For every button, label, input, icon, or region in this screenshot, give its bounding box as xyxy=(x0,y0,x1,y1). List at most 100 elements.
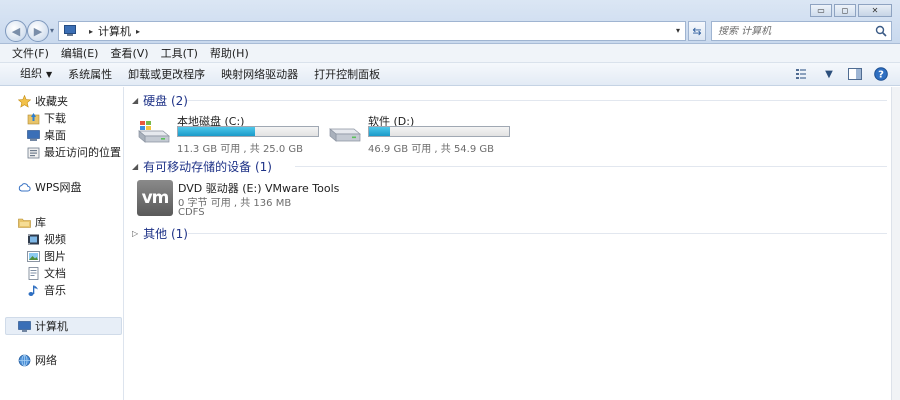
music-icon xyxy=(27,284,40,297)
group-divider xyxy=(188,233,887,234)
sidebar-item-computer[interactable]: 计算机 xyxy=(18,318,68,334)
sidebar-item-downloads[interactable]: 下载 xyxy=(27,110,66,126)
group-divider xyxy=(295,166,887,167)
group-other[interactable]: ▷ 其他 (1) xyxy=(132,225,188,241)
title-bar: ▭ ◻ ✕ ◀ ▶ ▾ ▸ 计算机 ▸ ▾ ⇆ xyxy=(0,0,900,44)
sidebar-item-label: 音乐 xyxy=(44,284,66,297)
map-network-drive-button[interactable]: 映射网络驱动器 xyxy=(213,63,306,86)
svg-text:?: ? xyxy=(878,70,884,81)
library-folder-icon xyxy=(18,216,31,229)
sidebar-item-videos[interactable]: 视频 xyxy=(27,231,66,247)
drive-usage-bar xyxy=(177,126,319,137)
uninstall-program-button[interactable]: 卸载或更改程序 xyxy=(120,63,213,86)
drive-c[interactable]: 本地磁盘 (C:) 11.3 GB 可用 , 共 25.0 GB xyxy=(137,113,327,155)
group-hard-disks[interactable]: ◢ 硬盘 (2) xyxy=(132,92,188,108)
windows-drive-icon xyxy=(138,121,170,143)
menu-help[interactable]: 帮助(H) xyxy=(204,44,255,63)
back-arrow-icon: ◀ xyxy=(11,24,21,38)
expand-triangle-icon[interactable]: ▷ xyxy=(132,229,138,238)
sidebar-item-music[interactable]: 音乐 xyxy=(27,282,66,298)
sidebar-item-label: 文档 xyxy=(44,267,66,280)
forward-button[interactable]: ▶ xyxy=(27,20,49,42)
recent-places-icon xyxy=(27,146,40,159)
minimize-button[interactable]: ▭ xyxy=(810,4,832,17)
downloads-folder-icon xyxy=(27,112,40,125)
organize-caret-icon: ▼ xyxy=(46,70,53,79)
drive-capacity: 46.9 GB 可用 , 共 54.9 GB xyxy=(368,144,495,155)
preview-pane-button[interactable] xyxy=(846,66,864,82)
menu-bar: 文件(F) 编辑(E) 查看(V) 工具(T) 帮助(H) xyxy=(0,44,900,63)
content-pane: ◢ 硬盘 (2) 本地磁盘 (C:) 11.3 GB 可用 , 共 25.0 G… xyxy=(125,87,891,400)
group-title: 其他 (1) xyxy=(143,226,188,241)
sidebar-item-label: 视频 xyxy=(44,233,66,246)
group-title: 硬盘 (2) xyxy=(143,93,188,108)
help-button[interactable]: ? xyxy=(872,66,890,82)
maximize-button[interactable]: ◻ xyxy=(834,4,856,17)
drive-usage-bar xyxy=(368,126,510,137)
view-options-dropdown[interactable]: ▼ xyxy=(820,66,838,82)
window-controls: ▭ ◻ ✕ xyxy=(810,4,892,17)
document-icon xyxy=(27,266,40,280)
sidebar-item-libraries[interactable]: 库 xyxy=(18,214,46,230)
sidebar-item-label: WPS网盘 xyxy=(35,181,82,194)
view-controls: ▼ ? xyxy=(794,66,890,82)
drive-usage-fill xyxy=(369,127,390,136)
search-box[interactable] xyxy=(711,21,892,41)
menu-edit[interactable]: 编辑(E) xyxy=(55,44,105,63)
computer-icon xyxy=(63,25,79,37)
collapse-triangle-icon[interactable]: ◢ xyxy=(132,162,138,171)
drive-capacity: 11.3 GB 可用 , 共 25.0 GB xyxy=(177,144,304,155)
search-input[interactable] xyxy=(718,25,873,37)
organize-button[interactable]: 组织 ▼ xyxy=(12,62,60,86)
drive-usage-fill xyxy=(178,127,255,136)
group-removable-devices[interactable]: ◢ 有可移动存储的设备 (1) xyxy=(132,158,272,174)
network-icon xyxy=(18,354,31,367)
sidebar-item-favorites[interactable]: 收藏夹 xyxy=(17,93,68,109)
sidebar-item-label: 桌面 xyxy=(44,129,66,142)
menu-view[interactable]: 查看(V) xyxy=(104,44,154,63)
sidebar-item-pictures[interactable]: 图片 xyxy=(27,248,66,264)
sidebar-item-label: 网络 xyxy=(35,354,57,367)
sidebar-item-label: 计算机 xyxy=(35,320,68,333)
command-bar: 组织 ▼ 系统属性 卸载或更改程序 映射网络驱动器 打开控制面板 ▼ ? xyxy=(0,63,900,86)
address-bar[interactable]: ▸ 计算机 ▸ ▾ xyxy=(58,21,686,41)
search-icon[interactable] xyxy=(875,25,887,37)
breadcrumb-computer[interactable]: 计算机 xyxy=(98,23,131,39)
collapse-triangle-icon[interactable]: ◢ xyxy=(132,96,138,105)
vertical-scrollbar[interactable] xyxy=(891,87,900,400)
preview-pane-icon xyxy=(848,68,862,80)
hard-drive-icon xyxy=(329,128,361,142)
help-icon: ? xyxy=(874,67,888,81)
group-divider xyxy=(187,100,887,101)
drive-d[interactable]: 软件 (D:) 46.9 GB 可用 , 共 54.9 GB xyxy=(328,113,518,155)
star-icon xyxy=(17,94,32,108)
vmware-icon: vm xyxy=(137,180,173,216)
sidebar-item-recent-places[interactable]: 最近访问的位置 xyxy=(27,144,121,160)
forward-arrow-icon: ▶ xyxy=(33,24,43,38)
sidebar-item-label: 图片 xyxy=(44,250,66,263)
change-view-button[interactable] xyxy=(794,66,812,82)
open-control-panel-button[interactable]: 打开控制面板 xyxy=(306,63,388,86)
sidebar-item-network[interactable]: 网络 xyxy=(18,352,57,368)
back-button[interactable]: ◀ xyxy=(5,20,27,42)
breadcrumb-separator-trailing[interactable]: ▸ xyxy=(136,27,140,36)
view-details-icon xyxy=(796,69,806,79)
recent-pages-dropdown[interactable]: ▾ xyxy=(50,26,54,35)
close-button[interactable]: ✕ xyxy=(858,4,892,17)
sidebar-item-label: 下载 xyxy=(44,112,66,125)
refresh-button[interactable]: ⇆ xyxy=(688,21,706,41)
breadcrumb-separator[interactable]: ▸ xyxy=(89,27,93,36)
computer-icon xyxy=(18,320,31,333)
sidebar-item-wps-cloud[interactable]: WPS网盘 xyxy=(18,179,82,195)
sidebar-item-label: 最近访问的位置 xyxy=(44,146,121,159)
sidebar-item-label: 库 xyxy=(35,216,46,229)
sidebar-item-desktop[interactable]: 桌面 xyxy=(27,127,66,143)
organize-label: 组织 xyxy=(20,67,42,80)
refresh-icon: ⇆ xyxy=(692,24,702,38)
menu-file[interactable]: 文件(F) xyxy=(6,44,55,63)
sidebar-item-documents[interactable]: 文档 xyxy=(27,265,66,281)
menu-tools[interactable]: 工具(T) xyxy=(155,44,204,63)
address-dropdown[interactable]: ▾ xyxy=(676,26,680,35)
video-icon xyxy=(27,233,40,246)
system-properties-button[interactable]: 系统属性 xyxy=(60,63,120,86)
